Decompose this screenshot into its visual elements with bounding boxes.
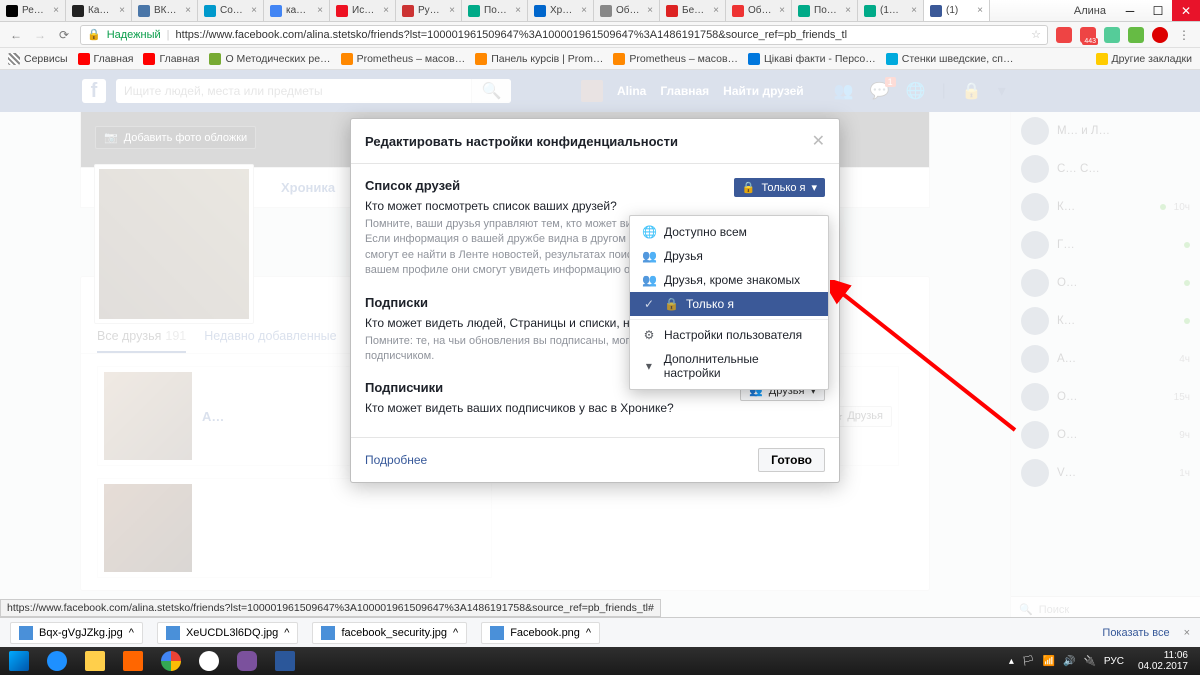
- ext-icon[interactable]: [1104, 27, 1120, 43]
- browser-tab[interactable]: По…×: [792, 0, 858, 21]
- other-bookmarks[interactable]: Другие закладки: [1096, 53, 1192, 65]
- modal-title: Редактировать настройки конфиденциальнос…: [365, 134, 812, 149]
- taskbar: ▴ 🏳 📶 🔊 🔌 РУС 11:06 04.02.2017: [0, 647, 1200, 675]
- chevron-up-icon[interactable]: ^: [129, 627, 134, 639]
- window-title-bar: Ре…× Ка…× ВК…× Со…× ка…× Ис…× Ру…× По…× …: [0, 0, 1200, 22]
- bookmark[interactable]: Prometheus – масов…: [613, 53, 738, 65]
- dropdown-option-more[interactable]: ▾Дополнительные настройки: [630, 347, 828, 385]
- done-button[interactable]: Готово: [758, 448, 825, 472]
- taskbar-app[interactable]: [114, 647, 152, 675]
- apps-button[interactable]: Сервисы: [8, 53, 68, 65]
- browser-tab[interactable]: По…×: [462, 0, 528, 21]
- close-downloads-icon[interactable]: ×: [1184, 627, 1190, 639]
- friends-icon: 👥: [642, 249, 656, 263]
- dropdown-option-only-me[interactable]: ✓🔒Только я: [630, 292, 828, 316]
- start-button[interactable]: [0, 647, 38, 675]
- chevron-down-icon: ▾: [811, 181, 817, 194]
- download-item[interactable]: Bqx-gVgJZkg.jpg^: [10, 622, 143, 644]
- bookmark[interactable]: Prometheus – масов…: [341, 53, 466, 65]
- browser-tab[interactable]: ВК…×: [132, 0, 198, 21]
- tray-clock[interactable]: 11:06 04.02.2017: [1132, 650, 1194, 672]
- browser-tab-active[interactable]: (1)×: [924, 0, 990, 21]
- star-icon[interactable]: ☆: [1031, 28, 1041, 41]
- learn-more-link[interactable]: Подробнее: [365, 453, 427, 467]
- browser-tab[interactable]: (1…×: [858, 0, 924, 21]
- tray-icon[interactable]: 🔌: [1083, 656, 1095, 667]
- forward-icon[interactable]: →: [32, 28, 48, 42]
- download-item[interactable]: XeUCDL3l6DQ.jpg^: [157, 622, 299, 644]
- browser-tab[interactable]: Об…×: [594, 0, 660, 21]
- window-maximize[interactable]: ☐: [1144, 0, 1172, 21]
- reload-icon[interactable]: ⟳: [56, 28, 72, 42]
- close-icon[interactable]: ✕: [812, 131, 825, 151]
- tray-lang[interactable]: РУС: [1104, 656, 1124, 667]
- browser-tab[interactable]: Ре…×: [0, 0, 66, 21]
- bookmark[interactable]: Стенки шведские, сп…: [886, 53, 1014, 65]
- chrome-user[interactable]: Алина: [1064, 0, 1116, 21]
- ext-icon[interactable]: [1152, 27, 1168, 43]
- friends-except-icon: 👥: [642, 273, 656, 287]
- dropdown-option-friends[interactable]: 👥Друзья: [630, 244, 828, 268]
- check-icon: ✓: [642, 297, 656, 311]
- taskbar-app[interactable]: [152, 647, 190, 675]
- dropdown-option-public[interactable]: 🌐Доступно всем: [630, 220, 828, 244]
- back-icon[interactable]: ←: [8, 28, 24, 42]
- download-item[interactable]: Facebook.png^: [481, 622, 600, 644]
- browser-tab[interactable]: Ка…×: [66, 0, 132, 21]
- status-url: https://www.facebook.com/alina.stetsko/f…: [0, 599, 661, 617]
- globe-icon: 🌐: [642, 225, 656, 239]
- url-field[interactable]: 🔒 Надежный | https://www.facebook.com/al…: [80, 25, 1048, 45]
- bookmark[interactable]: Цікаві факти - Персо…: [748, 53, 876, 65]
- tray-icon[interactable]: 📶: [1043, 656, 1055, 667]
- bookmark[interactable]: Главная: [143, 53, 199, 65]
- browser-tab[interactable]: Бе…×: [660, 0, 726, 21]
- bookmark[interactable]: О Методических ре…: [209, 53, 330, 65]
- ext-icon[interactable]: [1128, 27, 1144, 43]
- tray-icon[interactable]: 🏳: [1022, 656, 1035, 667]
- taskbar-app[interactable]: [228, 647, 266, 675]
- download-item[interactable]: facebook_security.jpg^: [312, 622, 467, 644]
- lock-icon: 🔒: [87, 28, 101, 41]
- bookmark[interactable]: Главная: [78, 53, 134, 65]
- chevron-down-icon: ▾: [642, 359, 656, 373]
- gear-icon: ⚙: [642, 328, 656, 342]
- browser-tab[interactable]: Об…×: [726, 0, 792, 21]
- lock-icon: 🔒: [664, 297, 678, 311]
- window-close[interactable]: ✕: [1172, 0, 1200, 21]
- bookmark[interactable]: Панель курсів | Prom…: [475, 53, 603, 65]
- menu-icon[interactable]: ⋮: [1176, 28, 1192, 42]
- privacy-selector-friends[interactable]: 🔒Только я▾: [734, 178, 825, 197]
- taskbar-app[interactable]: [190, 647, 228, 675]
- browser-tab[interactable]: Хр…×: [528, 0, 594, 21]
- ext-icon[interactable]: 443: [1080, 27, 1096, 43]
- browser-tab[interactable]: Со…×: [198, 0, 264, 21]
- browser-tab[interactable]: Ру…×: [396, 0, 462, 21]
- show-all-downloads[interactable]: Показать все: [1102, 627, 1169, 639]
- browser-tab[interactable]: ка…×: [264, 0, 330, 21]
- download-bar: Bqx-gVgJZkg.jpg^ XeUCDL3l6DQ.jpg^ facebo…: [0, 617, 1200, 647]
- privacy-dropdown: 🌐Доступно всем 👥Друзья 👥Друзья, кроме зн…: [629, 215, 829, 390]
- taskbar-app[interactable]: [266, 647, 304, 675]
- lock-icon: 🔒: [742, 181, 756, 194]
- dropdown-option-custom[interactable]: ⚙Настройки пользователя: [630, 323, 828, 347]
- dropdown-option-friends-except[interactable]: 👥Друзья, кроме знакомых: [630, 268, 828, 292]
- taskbar-app[interactable]: [38, 647, 76, 675]
- taskbar-app[interactable]: [76, 647, 114, 675]
- tray-icon[interactable]: ▴: [1009, 656, 1014, 667]
- tab-close-icon[interactable]: ×: [53, 5, 59, 16]
- ext-icon[interactable]: [1056, 27, 1072, 43]
- address-bar: ← → ⟳ 🔒 Надежный | https://www.facebook.…: [0, 22, 1200, 48]
- window-minimize[interactable]: ─: [1116, 0, 1144, 21]
- tray-icon[interactable]: 🔊: [1063, 656, 1075, 667]
- browser-tab[interactable]: Ис…×: [330, 0, 396, 21]
- bookmark-bar: Сервисы Главная Главная О Методических р…: [0, 48, 1200, 70]
